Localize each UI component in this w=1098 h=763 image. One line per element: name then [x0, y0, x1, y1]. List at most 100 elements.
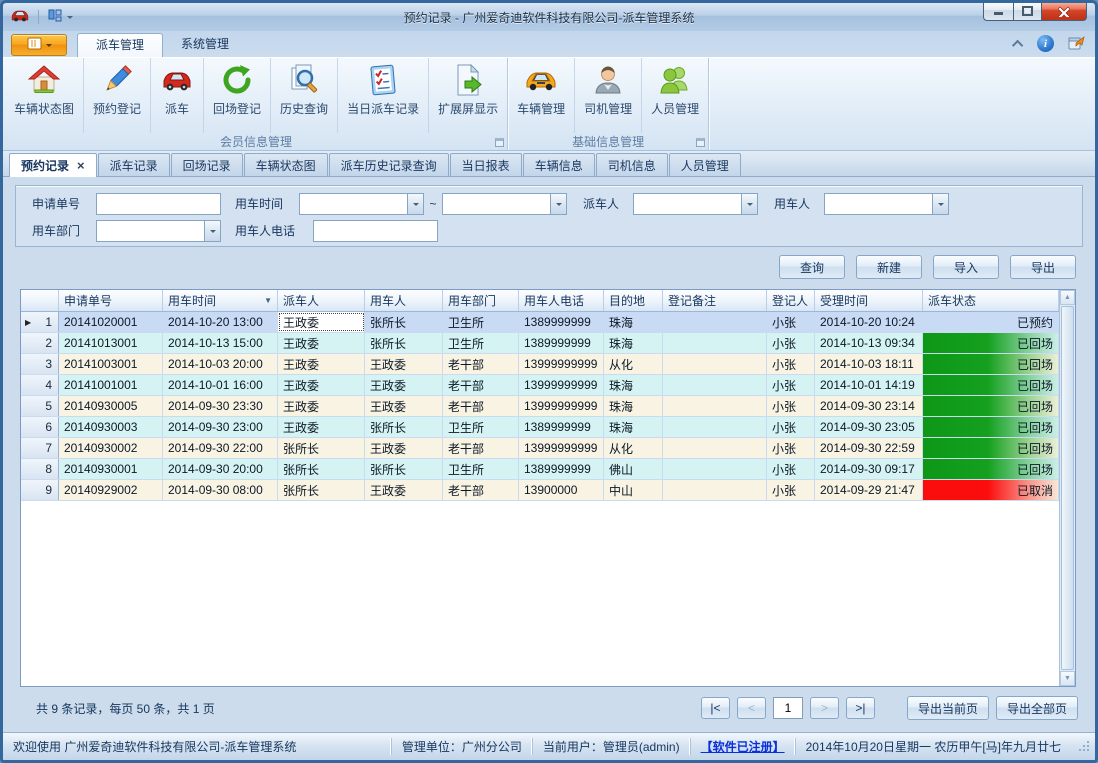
- grid-cell[interactable]: 20141020001: [59, 312, 163, 332]
- scroll-up-icon[interactable]: ▲: [1060, 290, 1075, 305]
- grid-cell[interactable]: [663, 354, 767, 374]
- table-row[interactable]: 7201409300022014-09-30 22:00张所长王政委老干部139…: [21, 438, 1059, 459]
- next-page-button[interactable]: >: [810, 697, 839, 719]
- grid-cell[interactable]: [663, 438, 767, 458]
- grid-cell[interactable]: 20141001001: [59, 375, 163, 395]
- search-button[interactable]: 查询: [779, 255, 845, 279]
- grid-cell[interactable]: [663, 375, 767, 395]
- close-button[interactable]: [1042, 2, 1087, 21]
- grid-cell-status[interactable]: 已预约: [923, 312, 1059, 332]
- column-header[interactable]: 派车人: [278, 290, 365, 311]
- column-header[interactable]: 受理时间: [815, 290, 923, 311]
- table-row[interactable]: 6201409300032014-09-30 23:00王政委张所长卫生所138…: [21, 417, 1059, 438]
- grid-cell[interactable]: 张所长: [278, 438, 365, 458]
- column-header[interactable]: 用车人电话: [519, 290, 604, 311]
- grid-cell-status[interactable]: 已回场: [923, 375, 1059, 395]
- column-header[interactable]: 申请单号: [59, 290, 163, 311]
- column-header[interactable]: 目的地: [604, 290, 663, 311]
- combo-arrow-icon[interactable]: [204, 220, 221, 242]
- grid-cell[interactable]: 20141003001: [59, 354, 163, 374]
- row-header[interactable]: 8: [21, 459, 59, 479]
- grid-cell[interactable]: 2014-09-30 22:00: [163, 438, 278, 458]
- grid-cell[interactable]: 中山: [604, 480, 663, 500]
- ribbon-button[interactable]: 预约登记: [84, 58, 151, 133]
- ribbon-button[interactable]: 人员管理: [642, 58, 708, 133]
- grid-cell[interactable]: 张所长: [365, 459, 443, 479]
- column-header[interactable]: 登记备注: [663, 290, 767, 311]
- grid-cell[interactable]: 王政委: [365, 354, 443, 374]
- grid-cell[interactable]: 2014-09-30 20:00: [163, 459, 278, 479]
- grid-cell[interactable]: 1389999999: [519, 459, 604, 479]
- last-page-button[interactable]: >|: [846, 697, 875, 719]
- grid-cell[interactable]: 2014-09-30 22:59: [815, 438, 923, 458]
- column-header[interactable]: 用车部门: [443, 290, 519, 311]
- row-header[interactable]: 2: [21, 333, 59, 353]
- grid-cell[interactable]: 珠海: [604, 396, 663, 416]
- grid-cell[interactable]: 王政委: [278, 333, 365, 353]
- grid-cell[interactable]: 王政委: [365, 480, 443, 500]
- export-all-pages-button[interactable]: 导出全部页: [996, 696, 1078, 720]
- vertical-scrollbar[interactable]: ▲ ▼: [1059, 290, 1075, 686]
- license-link[interactable]: 【软件已注册】: [690, 738, 795, 755]
- collapse-ribbon-icon[interactable]: [1012, 39, 1023, 50]
- grid-cell[interactable]: 小张: [767, 312, 815, 332]
- grid-cell[interactable]: 王政委: [365, 438, 443, 458]
- column-header[interactable]: 登记人: [767, 290, 815, 311]
- scroll-down-icon[interactable]: ▼: [1060, 671, 1075, 686]
- grid-cell[interactable]: 王政委: [278, 312, 365, 332]
- grid-cell[interactable]: 2014-09-30 09:17: [815, 459, 923, 479]
- dialog-launcher-icon[interactable]: [696, 138, 705, 147]
- grid-cell-status[interactable]: 已回场: [923, 354, 1059, 374]
- grid-cell[interactable]: 卫生所: [443, 333, 519, 353]
- ribbon-button[interactable]: 扩展屏显示: [429, 58, 507, 133]
- table-row[interactable]: 5201409300052014-09-30 23:30王政委王政委老干部139…: [21, 396, 1059, 417]
- application-no-input[interactable]: [96, 193, 221, 215]
- grid-cell[interactable]: 1389999999: [519, 312, 604, 332]
- doc-tab[interactable]: 车辆状态图: [244, 153, 328, 176]
- grid-cell[interactable]: 13999999999: [519, 375, 604, 395]
- layout-grid-icon[interactable]: [48, 9, 62, 26]
- grid-cell[interactable]: 1389999999: [519, 417, 604, 437]
- resize-grip-icon[interactable]: [1077, 739, 1093, 755]
- table-row[interactable]: ▶1201410200012014-10-20 13:00王政委张所长卫生所13…: [21, 312, 1059, 333]
- grid-cell-status[interactable]: 已取消: [923, 480, 1059, 500]
- grid-cell[interactable]: 13999999999: [519, 438, 604, 458]
- grid-cell[interactable]: 王政委: [278, 354, 365, 374]
- grid-cell[interactable]: 小张: [767, 396, 815, 416]
- ribbon-button[interactable]: 司机管理: [575, 58, 642, 133]
- grid-cell[interactable]: 2014-10-03 20:00: [163, 354, 278, 374]
- grid-cell[interactable]: 卫生所: [443, 417, 519, 437]
- use-time-to-combo[interactable]: [442, 193, 567, 215]
- grid-cell[interactable]: 20140930002: [59, 438, 163, 458]
- grid-cell[interactable]: 珠海: [604, 333, 663, 353]
- grid-cell-status[interactable]: 已回场: [923, 417, 1059, 437]
- ribbon-button[interactable]: 历史查询: [271, 58, 338, 133]
- doc-tab[interactable]: 派车历史记录查询: [329, 153, 449, 176]
- column-header[interactable]: 用车人: [365, 290, 443, 311]
- user-phone-input[interactable]: [313, 220, 438, 242]
- grid-cell[interactable]: 1389999999: [519, 333, 604, 353]
- grid-cell[interactable]: 2014-10-01 16:00: [163, 375, 278, 395]
- dialog-launcher-icon[interactable]: [495, 138, 504, 147]
- column-header[interactable]: 派车状态: [923, 290, 1059, 311]
- grid-cell[interactable]: 2014-09-30 23:05: [815, 417, 923, 437]
- ribbon-button[interactable]: 车辆管理: [508, 58, 575, 133]
- grid-cell[interactable]: 珠海: [604, 375, 663, 395]
- close-tab-icon[interactable]: ×: [77, 161, 85, 171]
- row-header[interactable]: 3: [21, 354, 59, 374]
- grid-cell[interactable]: 2014-09-30 23:00: [163, 417, 278, 437]
- row-header[interactable]: 9: [21, 480, 59, 500]
- ribbon-tab[interactable]: 系统管理: [163, 33, 247, 57]
- grid-cell[interactable]: 13999999999: [519, 354, 604, 374]
- ribbon-button[interactable]: 车辆状态图: [5, 58, 84, 133]
- grid-cell[interactable]: 2014-09-30 08:00: [163, 480, 278, 500]
- doc-tab[interactable]: 司机信息: [596, 153, 668, 176]
- grid-cell[interactable]: [663, 417, 767, 437]
- first-page-button[interactable]: |<: [701, 697, 730, 719]
- grid-cell[interactable]: 小张: [767, 333, 815, 353]
- grid-cell[interactable]: 2014-09-30 23:14: [815, 396, 923, 416]
- grid-cell[interactable]: 卫生所: [443, 312, 519, 332]
- row-header[interactable]: ▶1: [21, 312, 59, 332]
- grid-cell[interactable]: 张所长: [365, 417, 443, 437]
- use-time-from-combo[interactable]: [299, 193, 424, 215]
